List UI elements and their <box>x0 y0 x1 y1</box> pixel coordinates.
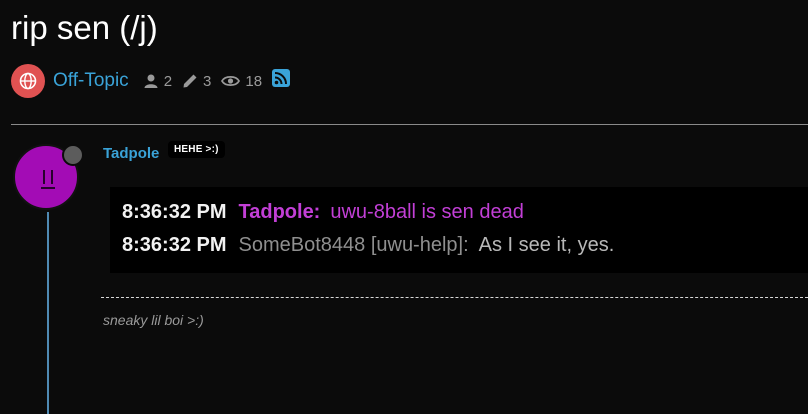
replies-stat: 3 <box>182 73 211 90</box>
topic-meta: Off-Topic 2 3 18 <box>11 64 291 98</box>
replies-count: 3 <box>203 72 212 90</box>
post-username[interactable]: Tadpole <box>103 145 159 162</box>
eye-icon <box>221 75 241 87</box>
chat-line: 8:36:32 PM Tadpole: uwu-8ball is sen dead <box>122 201 524 224</box>
user-signature: sneaky lil boi >:) <box>103 312 204 328</box>
pencil-icon <box>183 74 197 88</box>
chat-line: 8:36:32 PM SomeBot8448 [uwu-help]: As I se… <box>122 234 614 257</box>
globe-icon[interactable] <box>11 64 45 98</box>
timeline-line <box>47 212 49 414</box>
user-icon <box>144 74 158 88</box>
face-icon <box>41 170 55 189</box>
status-indicator <box>62 144 84 166</box>
chat-nick: SomeBot8448 [uwu-help]: <box>238 234 469 256</box>
page-title[interactable]: rip sen (/j) <box>11 8 158 48</box>
chat-message: uwu-8ball is sen dead <box>330 201 524 223</box>
posters-count: 2 <box>163 72 173 90</box>
views-stat: 18 <box>221 73 262 90</box>
header-divider <box>11 124 808 125</box>
chat-message: As I see it, yes. <box>478 234 615 256</box>
chat-timestamp: 8:36:32 PM <box>122 201 227 223</box>
user-title-badge: HEHE >:) <box>168 141 225 158</box>
views-count: 18 <box>245 72 263 90</box>
signature-divider <box>101 297 808 298</box>
posters-stat: 2 <box>143 73 172 90</box>
chat-screenshot-image[interactable]: 8:36:32 PM Tadpole: uwu-8ball is sen dead … <box>110 187 808 273</box>
chat-nick: Tadpole: <box>238 201 321 223</box>
category-link[interactable]: Off-Topic <box>53 70 129 92</box>
chat-timestamp: 8:36:32 PM <box>122 234 227 256</box>
rss-icon[interactable] <box>272 69 291 87</box>
